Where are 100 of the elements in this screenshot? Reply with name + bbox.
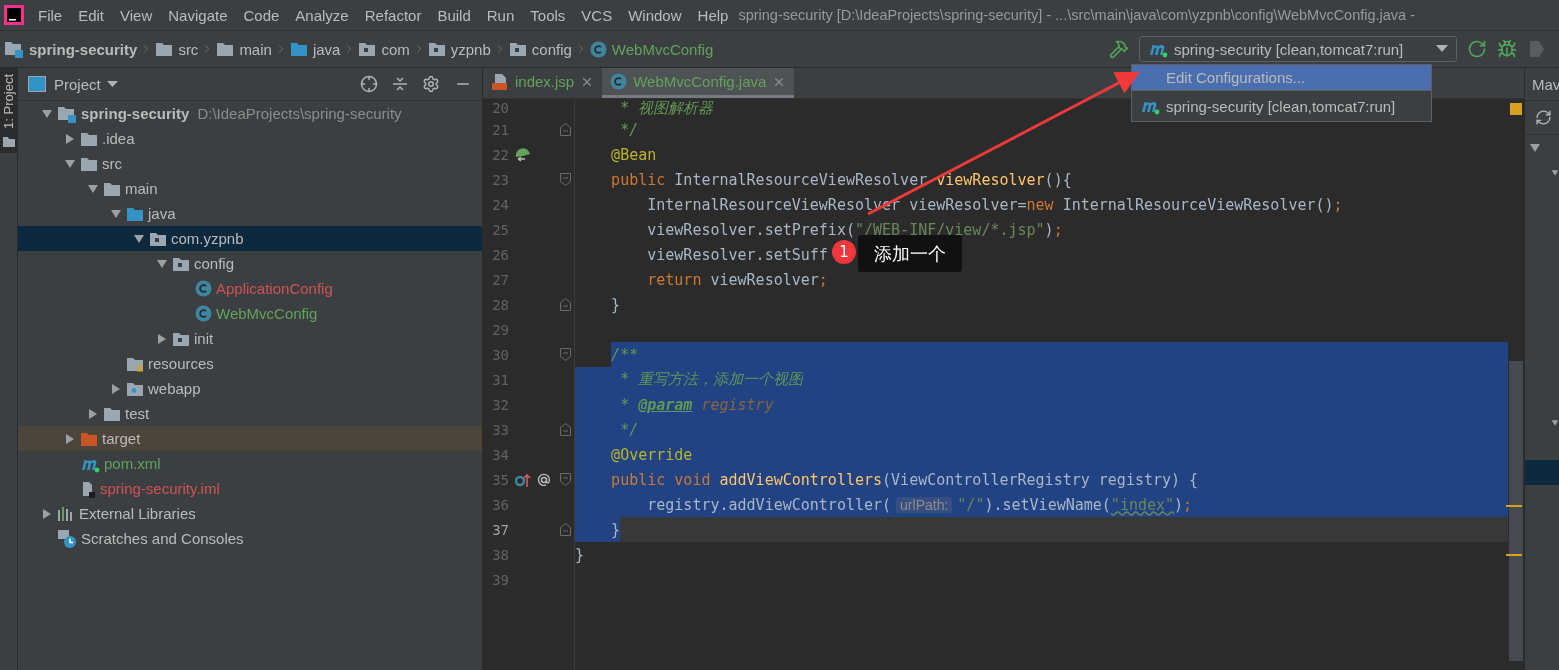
expanded-arrow-icon[interactable] xyxy=(40,107,53,120)
item-label: target xyxy=(102,430,141,447)
expanded-arrow-icon[interactable] xyxy=(1529,141,1541,154)
tree-item[interactable]: .idea xyxy=(18,126,482,151)
override-icon[interactable] xyxy=(515,471,531,488)
expanded-arrow-icon[interactable] xyxy=(155,257,168,270)
item-label: ApplicationConfig xyxy=(216,280,333,297)
tree-item[interactable]: webapp xyxy=(18,376,482,401)
breadcrumb[interactable]: config xyxy=(506,40,574,58)
fold-icon[interactable] xyxy=(559,123,571,136)
item-label: External Libraries xyxy=(79,505,196,522)
menu-item[interactable]: Refactor xyxy=(356,6,430,24)
fold-icon[interactable] xyxy=(559,523,571,536)
menu-item[interactable]: Code xyxy=(235,6,288,24)
tree-item[interactable]: Scratches and Consoles xyxy=(18,526,482,551)
menu-item[interactable]: Help xyxy=(689,6,737,24)
tree-item[interactable]: pom.xml xyxy=(18,451,482,476)
line-number: 33 xyxy=(491,421,509,438)
tree-item[interactable]: External Libraries xyxy=(18,501,482,526)
item-label: test xyxy=(125,405,150,422)
fold-icon[interactable] xyxy=(559,348,571,361)
collapsed-arrow-icon[interactable] xyxy=(109,382,122,395)
bug-icon[interactable] xyxy=(1497,39,1517,59)
refresh-icon[interactable] xyxy=(1535,109,1552,126)
tree-item[interactable]: init xyxy=(18,326,482,351)
menu-item[interactable]: Analyze xyxy=(287,6,357,24)
collapsed-arrow-icon[interactable] xyxy=(155,332,168,345)
breadcrumb[interactable]: spring-security xyxy=(2,40,140,58)
tree-item[interactable]: config xyxy=(18,251,482,276)
tree-item[interactable]: java xyxy=(18,201,482,226)
fold-icon[interactable] xyxy=(559,298,571,311)
expanded-arrow-icon[interactable] xyxy=(109,207,122,220)
locate-icon[interactable] xyxy=(360,75,378,93)
class-icon xyxy=(195,280,212,297)
panel-icon xyxy=(28,76,46,92)
tool-window-tab[interactable]: 1: Project xyxy=(0,68,18,153)
menu-item[interactable]: View xyxy=(112,6,161,24)
breadcrumb[interactable]: main xyxy=(214,40,274,58)
menu-item[interactable]: VCS xyxy=(573,6,621,24)
collapsed-arrow-icon[interactable] xyxy=(40,507,53,520)
menu-item[interactable]: Build xyxy=(429,6,479,24)
breadcrumb[interactable]: java xyxy=(287,40,343,58)
menu-item[interactable]: Edit xyxy=(70,6,113,24)
rerun-icon[interactable] xyxy=(1467,39,1487,59)
line-number: 24 xyxy=(491,196,509,213)
panel-title-dropdown[interactable]: Project xyxy=(54,75,118,93)
menu-item[interactable]: Window xyxy=(620,6,690,24)
item-label: webapp xyxy=(148,380,201,397)
tree-item[interactable]: src xyxy=(18,151,482,176)
breadcrumb[interactable]: yzpnb xyxy=(425,40,493,58)
expanded-arrow-icon[interactable] xyxy=(63,157,76,170)
item-label: com.yzpnb xyxy=(171,230,244,247)
line-number: 30 xyxy=(491,346,509,363)
expanded-arrow-icon[interactable] xyxy=(86,182,99,195)
code-line: viewResolver.setSuff xyxy=(647,244,828,266)
tree-item[interactable]: main xyxy=(18,176,482,201)
resources-folder-icon xyxy=(126,355,144,372)
fold-icon[interactable] xyxy=(559,423,571,436)
tree-item[interactable]: resources xyxy=(18,351,482,376)
menu-item[interactable]: spring-security [clean,tomcat7:run] xyxy=(1132,91,1431,121)
collapse-all-icon[interactable] xyxy=(392,76,408,92)
line-number: 38 xyxy=(491,546,509,563)
libraries-icon xyxy=(57,505,75,522)
package-icon xyxy=(358,41,377,57)
menu-item[interactable]: Tools xyxy=(522,6,574,24)
package-icon xyxy=(427,41,446,57)
tree-item[interactable]: com.yzpnb xyxy=(18,226,482,251)
menu-item[interactable]: File xyxy=(30,6,71,24)
line-number: 23 xyxy=(491,171,509,188)
breadcrumb[interactable]: com xyxy=(356,40,412,58)
expanded-arrow-icon[interactable] xyxy=(132,232,145,245)
tree-item[interactable]: spring-security D:\IdeaProjects\spring-security xyxy=(18,101,482,126)
fold-icon[interactable] xyxy=(559,173,571,186)
warning-mark xyxy=(1506,505,1522,507)
menu-item[interactable]: Run xyxy=(478,6,523,24)
collapsed-arrow-icon[interactable] xyxy=(63,432,76,445)
web-folder-icon xyxy=(126,380,144,397)
tree-item[interactable]: test xyxy=(18,401,482,426)
editor-tab[interactable]: index.jsp xyxy=(483,68,603,98)
collapsed-arrow-icon[interactable] xyxy=(63,132,76,145)
module-folder-icon xyxy=(4,40,24,58)
caret-icon xyxy=(1436,45,1448,53)
tree-item[interactable]: WebMvcConfig xyxy=(18,301,482,326)
menu-item[interactable]: Navigate xyxy=(160,6,236,24)
tree-item[interactable]: target xyxy=(18,426,482,451)
run-configuration-dropdown[interactable]: spring-security [clean,tomcat7:run] xyxy=(1139,36,1457,62)
at-sign-icon[interactable] xyxy=(537,472,551,487)
line-number: 34 xyxy=(491,446,509,463)
bean-icon[interactable] xyxy=(515,146,531,163)
breadcrumb[interactable]: src xyxy=(153,40,201,58)
folder-icon xyxy=(80,130,98,147)
line-number: 39 xyxy=(491,571,509,588)
collapsed-arrow-icon[interactable] xyxy=(86,407,99,420)
scrollbar-thumb[interactable] xyxy=(1509,361,1523,661)
breadcrumb[interactable]: WebMvcConfig xyxy=(587,40,716,58)
settings-icon[interactable] xyxy=(422,75,440,93)
code-line: @Bean xyxy=(611,144,657,166)
package-icon xyxy=(149,230,167,247)
hammer-icon[interactable] xyxy=(1109,39,1129,59)
fold-icon[interactable] xyxy=(559,473,571,486)
